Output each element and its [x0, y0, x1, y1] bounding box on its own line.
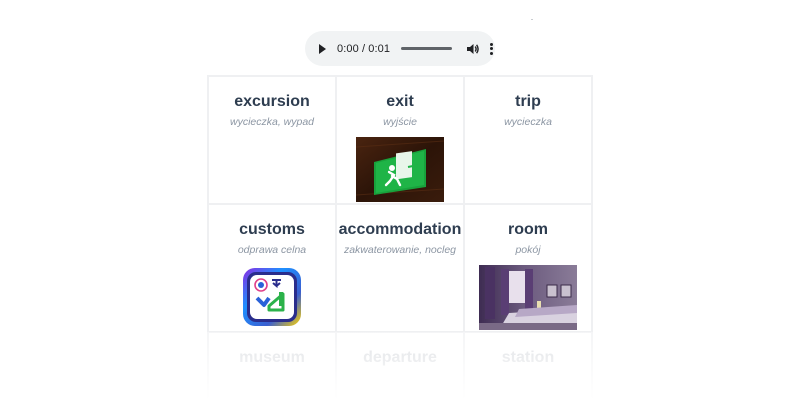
card-word: departure [363, 349, 437, 366]
card-exit[interactable]: exit wyjście [335, 75, 465, 205]
card-word: station [501, 349, 555, 366]
card-customs[interactable]: customs odprawa celna [207, 203, 337, 333]
play-icon[interactable] [318, 43, 328, 55]
card-translation: odprawa celna [237, 244, 307, 256]
card-trip[interactable]: trip wycieczka [463, 75, 593, 205]
page: 0:00 / 0:01 excursion wycieczka, wypad e… [0, 0, 800, 400]
card-word: trip [515, 93, 541, 110]
vocab-grid: excursion wycieczka, wypad exit wyjście [207, 75, 593, 400]
card-museum[interactable]: museum [207, 331, 337, 400]
card-translation: wyjście [383, 116, 417, 128]
card-station[interactable]: station [463, 331, 593, 400]
customs-app-icon [243, 268, 301, 326]
card-word: customs [239, 221, 305, 238]
card-excursion[interactable]: excursion wycieczka, wypad [207, 75, 337, 205]
card-word: exit [386, 93, 414, 110]
more-options-icon[interactable] [489, 42, 493, 55]
volume-icon[interactable] [466, 42, 480, 56]
card-translation: wycieczka, wypad [229, 116, 315, 128]
speck [531, 19, 533, 20]
room-photo [479, 265, 577, 330]
card-accommodation[interactable]: accommodation zakwaterowanie, nocleg [335, 203, 465, 333]
audio-time: 0:00 / 0:01 [337, 42, 391, 55]
card-translation: zakwaterowanie, nocleg [343, 244, 457, 256]
card-word: museum [239, 349, 305, 366]
audio-player[interactable]: 0:00 / 0:01 [305, 31, 495, 66]
card-departure[interactable]: departure [335, 331, 465, 400]
card-translation: wycieczka [504, 116, 552, 128]
card-word: excursion [234, 93, 310, 110]
card-word: room [508, 221, 548, 238]
card-room[interactable]: room pokój [463, 203, 593, 333]
audio-progress-slider[interactable] [401, 47, 453, 50]
exit-sign-image [356, 137, 444, 202]
card-translation: pokój [515, 244, 541, 256]
card-word: accommodation [338, 221, 462, 238]
